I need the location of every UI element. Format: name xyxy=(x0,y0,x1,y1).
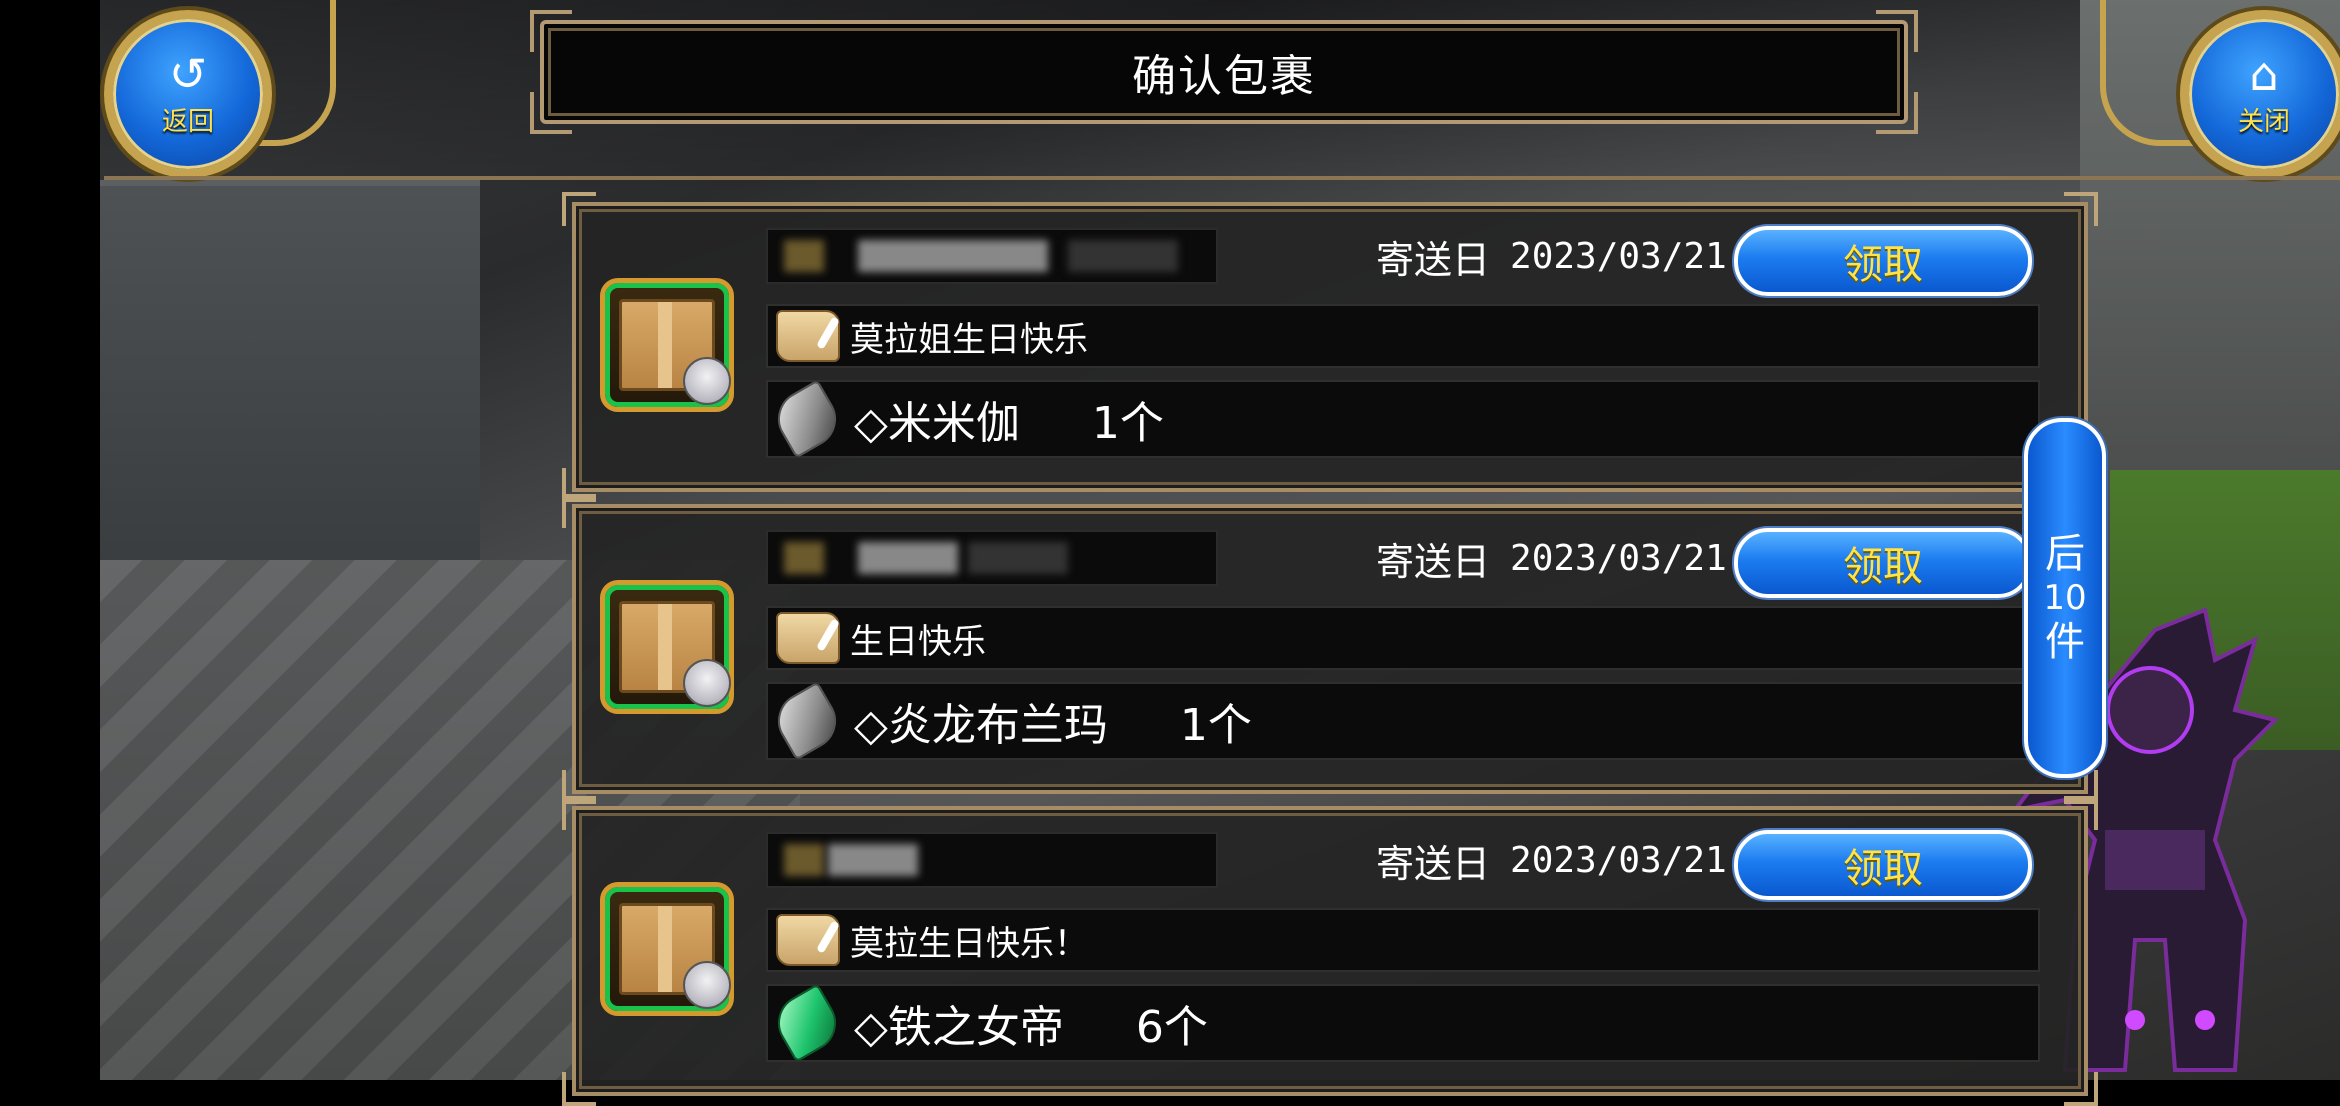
parcel-list-panel: 寄送日 2023/03/21 领取 莫拉姐生日快乐 ◇米米伽 1个 寄送日 20… xyxy=(104,176,2340,1106)
sender-name-field xyxy=(766,832,1218,888)
card-corner xyxy=(562,796,596,830)
item-quantity: 6个 xyxy=(1135,1002,1208,1053)
home-icon: ⌂ xyxy=(2249,46,2279,101)
next-page-label-3: 件 xyxy=(2045,619,2085,665)
pet-face-icon xyxy=(683,357,731,405)
back-button-label: 返回 xyxy=(161,106,214,137)
send-date-value: 2023/03/21 xyxy=(1510,839,1727,881)
return-arrow-icon: ↺ xyxy=(168,46,208,101)
send-date: 寄送日 2023/03/21 xyxy=(1376,534,1727,584)
message-row: 莫拉姐生日快乐 xyxy=(766,304,2040,368)
close-button[interactable]: ⌂ 关闭 xyxy=(2180,10,2340,178)
parcel-card: 寄送日 2023/03/21 领取 生日快乐 ◇炎龙布兰玛 1个 xyxy=(562,494,2098,804)
next-page-count: 10 xyxy=(2043,578,2087,618)
title-corner xyxy=(530,92,572,134)
green-leaf-icon xyxy=(767,983,847,1063)
item-row: ◇铁之女帝 6个 xyxy=(766,983,2040,1063)
item-row: ◇米米伽 1个 xyxy=(766,379,2040,459)
item-name: ◇铁之女帝 xyxy=(854,1002,1064,1053)
next-page-button[interactable]: 后 10 件 xyxy=(2024,418,2106,778)
claim-button[interactable]: 领取 xyxy=(1734,528,2032,598)
message-text: 莫拉姐生日快乐 xyxy=(850,319,1088,360)
card-corner xyxy=(2064,1072,2098,1106)
title-corner xyxy=(1876,92,1918,134)
message-text: 莫拉生日快乐！ xyxy=(850,923,1088,964)
card-corner xyxy=(2064,796,2098,830)
claim-button[interactable]: 领取 xyxy=(1734,830,2032,900)
send-date-label: 寄送日 xyxy=(1376,237,1491,282)
send-date: 寄送日 2023/03/21 xyxy=(1376,232,1727,282)
message-text: 生日快乐 xyxy=(850,621,986,662)
sender-name-field xyxy=(766,228,1218,284)
card-corner xyxy=(562,1072,596,1106)
message-row: 生日快乐 xyxy=(766,606,2040,670)
scroll-letter-icon xyxy=(776,914,840,966)
title-bar: 确认包裹 xyxy=(530,10,1918,134)
parcel-card: 寄送日 2023/03/21 领取 莫拉生日快乐！ ◇铁之女帝 6个 xyxy=(562,796,2098,1106)
card-corner xyxy=(2064,192,2098,226)
item-name: ◇米米伽 xyxy=(854,398,1020,449)
silver-leaf-icon xyxy=(767,379,847,459)
send-date-label: 寄送日 xyxy=(1376,841,1491,886)
scroll-letter-icon xyxy=(776,310,840,362)
next-page-label-1: 后 xyxy=(2045,531,2085,577)
silver-leaf-icon xyxy=(767,681,847,761)
card-corner xyxy=(562,494,596,528)
page-title: 确认包裹 xyxy=(1132,51,1316,102)
item-quantity: 1个 xyxy=(1179,700,1252,751)
pet-face-icon xyxy=(683,961,731,1009)
item-row: ◇炎龙布兰玛 1个 xyxy=(766,681,2040,761)
send-date-value: 2023/03/21 xyxy=(1510,537,1727,579)
send-date-label: 寄送日 xyxy=(1376,539,1491,584)
sender-name-field xyxy=(766,530,1218,586)
scroll-letter-icon xyxy=(776,612,840,664)
close-button-label: 关闭 xyxy=(2237,106,2290,137)
item-name: ◇炎龙布兰玛 xyxy=(854,700,1108,751)
item-quantity: 1个 xyxy=(1091,398,1164,449)
package-icon xyxy=(600,580,734,714)
parcel-card: 寄送日 2023/03/21 领取 莫拉姐生日快乐 ◇米米伽 1个 xyxy=(562,192,2098,502)
card-corner xyxy=(562,192,596,226)
send-date-value: 2023/03/21 xyxy=(1510,235,1727,277)
pet-face-icon xyxy=(683,659,731,707)
back-button[interactable]: ↺ 返回 xyxy=(104,10,272,178)
package-icon xyxy=(600,278,734,412)
message-row: 莫拉生日快乐！ xyxy=(766,908,2040,972)
claim-button[interactable]: 领取 xyxy=(1734,226,2032,296)
send-date: 寄送日 2023/03/21 xyxy=(1376,836,1727,886)
title-corner xyxy=(1876,10,1918,52)
title-corner xyxy=(530,10,572,52)
package-icon xyxy=(600,882,734,1016)
